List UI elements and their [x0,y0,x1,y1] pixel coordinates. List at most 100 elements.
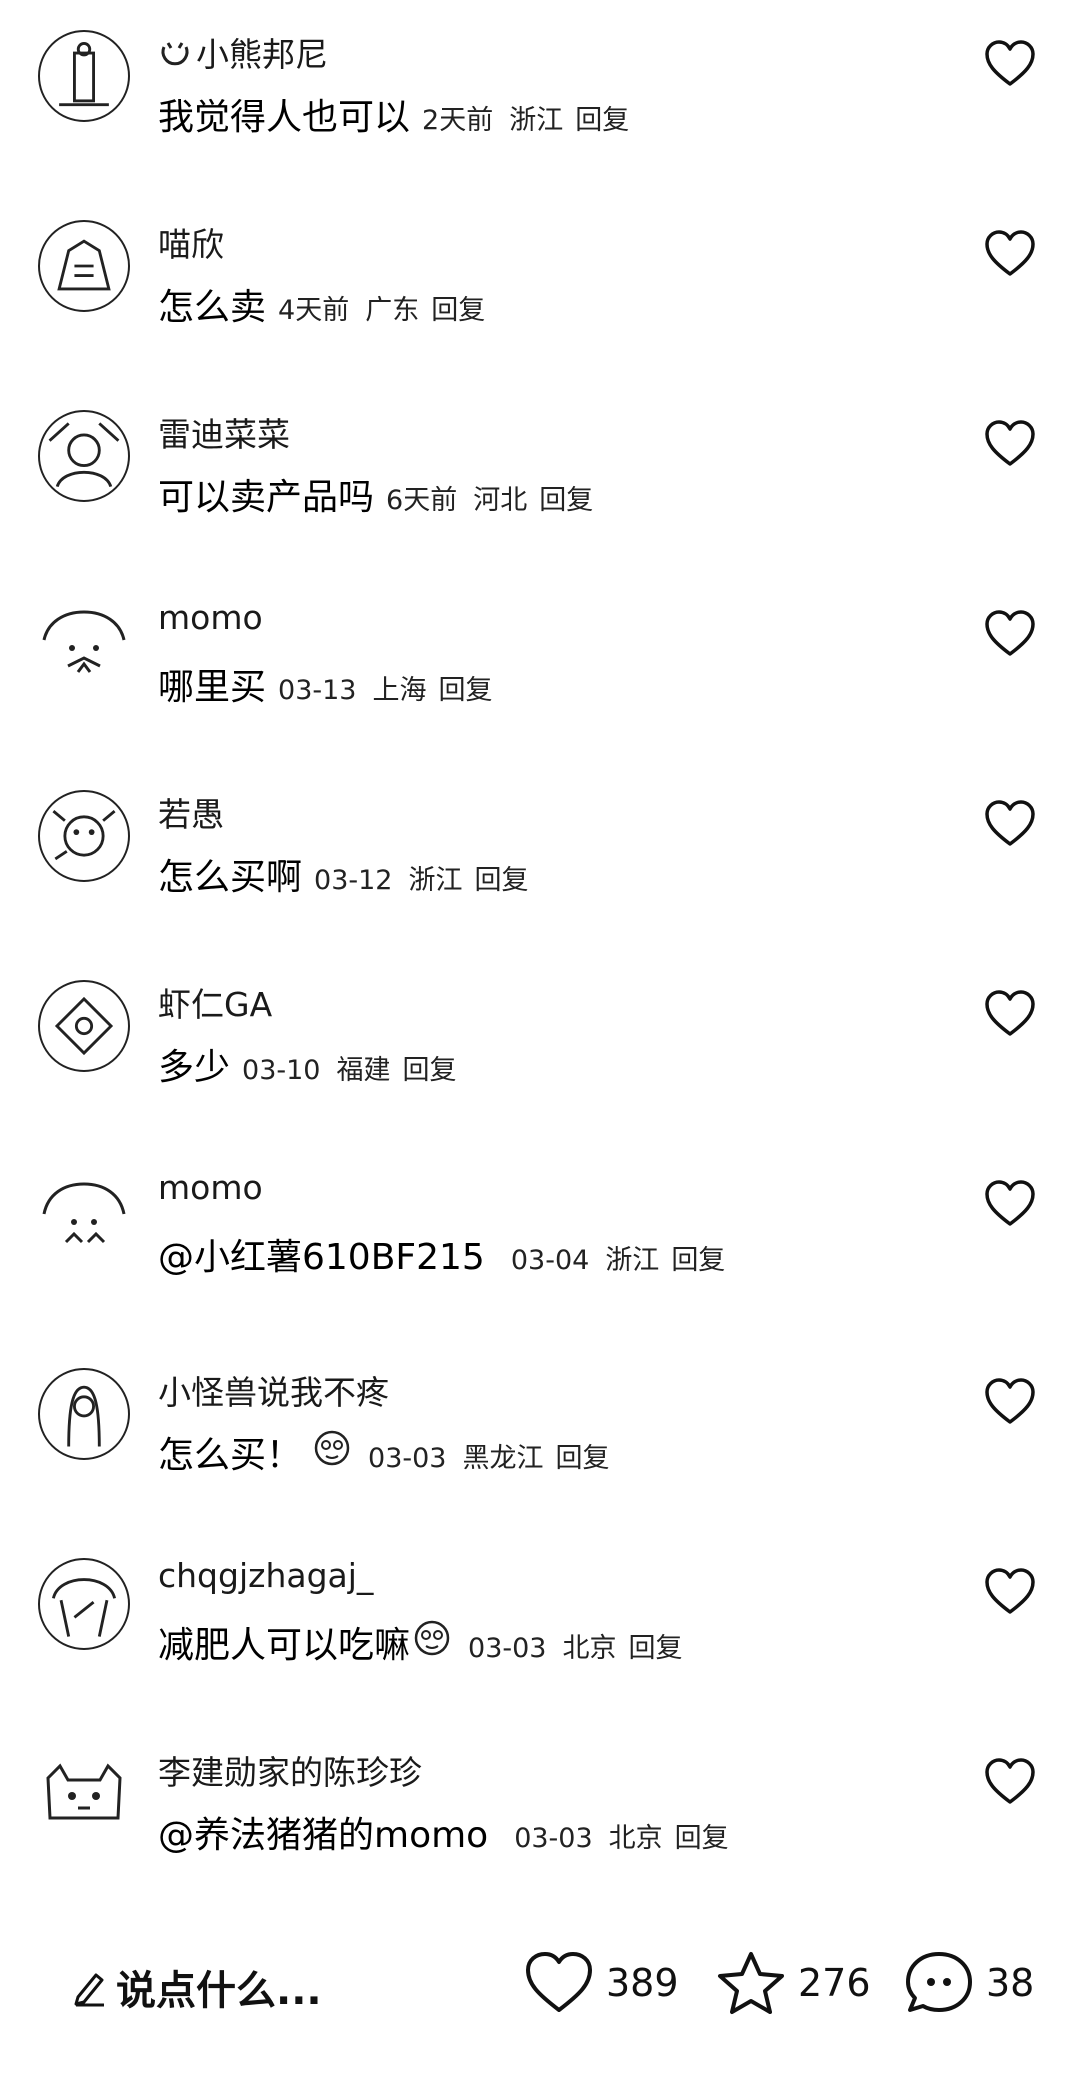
comment-time: 03-04 [510,1245,590,1276]
comment-time: 03-13 [278,675,357,706]
comment-location: 上海 [372,675,427,706]
reply-button[interactable]: 回复 [539,478,593,517]
comment-body: 怎么买！ 03-03 黑龙江 回复 [158,1426,609,1478]
username[interactable]: momo [158,1168,263,1207]
sticker-face-icon [314,1430,350,1466]
badge-icon [161,42,189,66]
like-icon[interactable] [984,1378,1036,1426]
like-icon[interactable] [984,40,1036,88]
favorite-button[interactable]: 276 [716,1950,871,2016]
comment-text: 哪里买 [158,667,267,708]
comment-text: 减肥人可以吃嘛 [158,1625,411,1666]
comment-item[interactable]: chqgjzhagaj_ 减肥人可以吃嘛 03-03 北京 回复 [0,1528,1080,1718]
comment-text: 怎么买啊 [158,857,303,898]
user-avatar[interactable] [38,1748,130,1840]
username[interactable]: 小熊邦尼 [158,28,328,76]
username[interactable]: 喵欣 [158,218,224,266]
comment-body: 可以卖产品吗 6天前 河北 回复 [158,468,593,520]
comment-text: 多少 [158,1047,231,1088]
comment-location: 北京 [608,1823,663,1854]
comment-body: 多少 03-10 福建 回复 [158,1038,456,1090]
comment-item[interactable]: 小熊邦尼 我觉得人也可以 2天前 浙江 回复 [0,0,1080,190]
comment-time: 4天前 [278,295,350,326]
comment-item[interactable]: momo @小红薯610BF215 03-04 浙江 回复 [0,1140,1080,1330]
like-icon[interactable] [984,1180,1036,1228]
like-icon[interactable] [984,990,1036,1038]
reply-button[interactable]: 回复 [575,98,629,137]
username[interactable]: 虾仁GA [158,978,272,1026]
comment-text: 我觉得人也可以 [158,97,411,138]
comment-text: 怎么买！ [158,1435,303,1476]
comment-body: 怎么卖 4天前 广东 回复 [158,278,485,330]
comment-item[interactable]: 小怪兽说我不疼 怎么买！ 03-03 黑龙江 回复 [0,1338,1080,1528]
comment-time: 03-03 [514,1823,593,1854]
reply-button[interactable]: 回复 [402,1048,456,1087]
comment-location: 浙江 [605,1245,660,1276]
reply-button[interactable]: 回复 [671,1238,725,1277]
username[interactable]: 小怪兽说我不疼 [158,1366,389,1414]
user-avatar[interactable] [38,1558,130,1650]
comment-body: @养法猪猪的momo 03-03 北京 回复 [158,1806,729,1858]
username[interactable]: 李建勋家的陈珍珍 [158,1746,422,1794]
like-count: 389 [606,1961,679,2005]
like-icon[interactable] [984,420,1036,468]
user-avatar[interactable] [38,600,130,692]
reply-button[interactable]: 回复 [438,668,492,707]
user-avatar[interactable] [38,1170,130,1262]
favorite-count: 276 [798,1961,871,2005]
reply-button[interactable]: 回复 [555,1436,609,1475]
reply-button[interactable]: 回复 [474,858,528,897]
comment-item[interactable]: 若愚 怎么买啊 03-12 浙江 回复 [0,760,1080,950]
user-avatar[interactable] [38,1368,130,1460]
reply-button[interactable]: 回复 [628,1626,682,1665]
reply-button[interactable]: 回复 [675,1816,729,1855]
pencil-icon [74,1973,104,2007]
comment-location: 广东 [365,295,420,326]
comment-item[interactable]: 喵欣 怎么卖 4天前 广东 回复 [0,190,1080,380]
like-icon[interactable] [984,610,1036,658]
user-avatar[interactable] [38,980,130,1072]
comment-body: 我觉得人也可以 2天前 浙江 回复 [158,88,629,140]
bottom-action-bar: 说点什么... 389 276 38 [0,1930,1080,2050]
user-avatar[interactable] [38,220,130,312]
comment-location: 河北 [473,485,528,516]
like-icon[interactable] [984,230,1036,278]
comment-body: 减肥人可以吃嘛 03-03 北京 回复 [158,1616,682,1668]
comment-body: @小红薯610BF215 03-04 浙江 回复 [158,1228,725,1280]
star-icon [718,1952,784,2014]
user-avatar[interactable] [38,410,130,502]
comment-location: 浙江 [408,865,463,896]
comment-item[interactable]: 虾仁GA 多少 03-10 福建 回复 [0,950,1080,1140]
comment-text: @小红薯610BF215 [158,1237,485,1278]
reply-button[interactable]: 回复 [431,288,485,327]
comment-button[interactable]: 38 [904,1950,1034,2016]
comment-input[interactable]: 说点什么... [72,1958,322,2016]
comment-count: 38 [986,1961,1035,2005]
comment-time: 6天前 [386,485,458,516]
comment-location: 北京 [562,1633,617,1664]
comment-item[interactable]: momo 哪里买 03-13 上海 回复 [0,570,1080,760]
comment-item[interactable]: 雷迪菜菜 可以卖产品吗 6天前 河北 回复 [0,380,1080,570]
comment-item[interactable]: 李建勋家的陈珍珍 @养法猪猪的momo 03-03 北京 回复 [0,1718,1080,1908]
like-button[interactable]: 389 [524,1950,679,2016]
chat-bubble-icon [906,1952,972,2012]
username[interactable]: chqgjzhagaj_ [158,1556,373,1595]
heart-icon [526,1952,592,2012]
username[interactable]: 若愚 [158,788,224,836]
comment-body: 哪里买 03-13 上海 回复 [158,658,492,710]
comment-text: 怎么卖 [158,287,267,328]
comment-text: 可以卖产品吗 [158,477,375,518]
like-icon[interactable] [984,1568,1036,1616]
user-avatar[interactable] [38,30,130,122]
comment-time: 2天前 [422,105,494,136]
user-avatar[interactable] [38,790,130,882]
like-icon[interactable] [984,800,1036,848]
sticker-face-icon [414,1620,450,1656]
username[interactable]: momo [158,598,263,637]
username[interactable]: 雷迪菜菜 [158,408,290,456]
comment-location: 黑龙江 [462,1443,544,1474]
comment-location: 浙江 [509,105,564,136]
comment-location: 福建 [336,1055,391,1086]
comment-time: 03-10 [242,1055,321,1086]
like-icon[interactable] [984,1758,1036,1806]
